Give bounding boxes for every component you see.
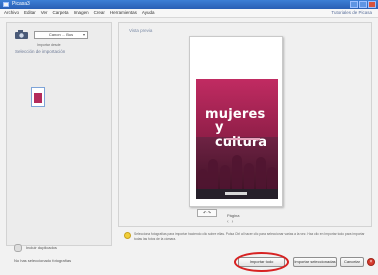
menu-imagen[interactable]: Imagen xyxy=(74,9,89,17)
thumbnail-image xyxy=(34,93,42,103)
menu-carpeta[interactable]: Carpeta xyxy=(53,9,69,17)
picasa-window: Picasa3 Archivo Editar Ver Carpeta Image… xyxy=(0,0,378,275)
camera-icon xyxy=(15,30,28,39)
pager: ‹ › xyxy=(227,219,233,225)
page-caption: Página xyxy=(227,213,240,218)
window-title: Picasa3 xyxy=(12,1,30,7)
previous-icon[interactable]: ‹ xyxy=(227,219,229,225)
publisher-logo xyxy=(225,192,247,195)
menu-archivo[interactable]: Archivo xyxy=(4,9,19,17)
include-duplicates-checkbox[interactable] xyxy=(14,244,22,252)
tutorials-link[interactable]: Tutoriales de Picasa xyxy=(331,9,372,17)
device-select-value: Canon ... Bus xyxy=(48,32,74,37)
cover-subtitle-bar xyxy=(226,138,260,140)
rotate-controls[interactable]: ↶ ↷ xyxy=(197,209,217,217)
menu-ver[interactable]: Ver xyxy=(41,9,48,17)
device-select[interactable]: Canon ... Bus ▾ xyxy=(34,31,88,39)
preview-panel: Vista previa mujeres y cultura Página ↶ … xyxy=(118,22,372,227)
highlight-circle xyxy=(234,252,289,272)
rotate-right-icon[interactable]: ↷ xyxy=(208,210,211,215)
preview-page[interactable]: mujeres y cultura xyxy=(189,36,283,207)
photo-thumbnail[interactable] xyxy=(31,87,45,107)
selection-status: No has seleccionado fotografías xyxy=(14,258,72,263)
menu-crear[interactable]: Crear xyxy=(94,9,105,17)
cover-title-line2: y cultura xyxy=(215,120,268,150)
cover-footer xyxy=(196,189,278,199)
import-selected-button[interactable]: Importar seleccionadas xyxy=(293,257,337,267)
menu-bar: Archivo Editar Ver Carpeta Imagen Crear … xyxy=(0,9,378,18)
lightbulb-icon xyxy=(124,232,131,239)
preview-label: Vista previa xyxy=(129,28,153,33)
menu-herramientas[interactable]: Herramientas xyxy=(110,9,137,17)
minimize-button[interactable] xyxy=(350,1,358,8)
menu-editar[interactable]: Editar xyxy=(24,9,36,17)
import-options: Incluir duplicados No has seleccionado f… xyxy=(6,236,112,270)
window-controls xyxy=(350,1,376,8)
book-cover-image: mujeres y cultura xyxy=(196,79,278,199)
close-button[interactable] xyxy=(368,1,376,8)
import-hint: Selecciona fotografías para importar hac… xyxy=(134,232,365,241)
next-icon[interactable]: › xyxy=(232,219,234,225)
menu-ayuda[interactable]: Ayuda xyxy=(142,9,155,17)
device-sub-label: Importar desde xyxy=(37,43,61,47)
title-bar: Picasa3 xyxy=(0,0,378,9)
include-duplicates-label: Incluir duplicados xyxy=(26,245,57,250)
import-source-panel: Canon ... Bus ▾ Importar desde Selección… xyxy=(6,22,112,246)
cancel-icon[interactable]: × xyxy=(367,258,375,266)
app-icon xyxy=(3,2,9,7)
rotate-left-icon[interactable]: ↶ xyxy=(203,210,206,215)
cancel-button[interactable]: Cancelar xyxy=(340,257,364,267)
maximize-button[interactable] xyxy=(359,1,367,8)
chevron-down-icon: ▾ xyxy=(82,32,85,37)
import-selection-heading: Selección de importación xyxy=(15,49,66,54)
